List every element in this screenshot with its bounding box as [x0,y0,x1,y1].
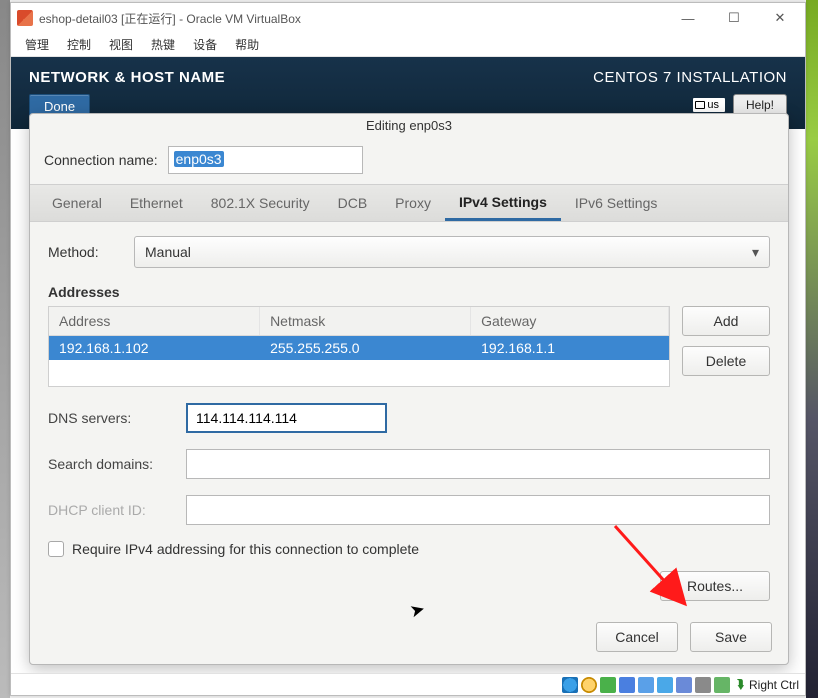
addresses-title: Addresses [48,284,770,300]
statusbar-camera-icon[interactable] [714,677,730,693]
anaconda-installer: NETWORK & HOST NAME Done CENTOS 7 INSTAL… [11,57,805,673]
spoke-title: NETWORK & HOST NAME [29,69,593,86]
col-address: Address [49,307,260,335]
cancel-button[interactable]: Cancel [596,622,678,652]
virtualbox-menubar: 管理 控制 视图 热键 设备 帮助 [11,33,805,57]
tab-8021x[interactable]: 802.1X Security [197,187,324,219]
chevron-down-icon: ▾ [752,244,759,261]
tab-dcb[interactable]: DCB [324,187,382,219]
hostkey-label: Right Ctrl [749,678,799,692]
connection-name-label: Connection name: [44,152,158,168]
keyboard-indicator[interactable]: us [693,98,725,112]
tab-general[interactable]: General [38,187,116,219]
dialog-title: Editing enp0s3 [30,114,788,138]
addresses-header: Address Netmask Gateway [49,307,669,336]
cell-gateway: 192.168.1.1 [471,336,669,360]
desktop-left-edge [0,0,10,698]
virtualbox-window: eshop-detail03 [正在运行] - Oracle VM Virtua… [10,2,806,696]
method-label: Method: [48,244,120,260]
tab-ipv4[interactable]: IPv4 Settings [445,186,561,221]
routes-button[interactable]: Routes... [660,571,770,601]
search-domains-label: Search domains: [48,456,176,472]
window-maximize-button[interactable]: ☐ [711,3,757,33]
dhcp-client-id-label: DHCP client ID: [48,502,176,518]
menu-help[interactable]: 帮助 [229,34,265,55]
virtualbox-icon [17,10,33,26]
dhcp-client-id-input[interactable] [186,495,770,525]
installation-title: CENTOS 7 INSTALLATION [593,69,787,86]
dns-servers-input[interactable] [186,403,387,433]
menu-hotkeys[interactable]: 热键 [145,34,181,55]
method-value: Manual [145,244,191,260]
addresses-table[interactable]: Address Netmask Gateway 192.168.1.102 25… [48,306,670,387]
statusbar-harddisk-icon[interactable] [562,677,578,693]
menu-view[interactable]: 视图 [103,34,139,55]
cell-netmask: 255.255.255.0 [260,336,471,360]
statusbar-network-icon[interactable] [619,677,635,693]
address-row[interactable]: 192.168.1.102 255.255.255.0 192.168.1.1 [49,336,669,360]
col-gateway: Gateway [471,307,669,335]
window-minimize-button[interactable]: — [665,3,711,33]
method-select[interactable]: Manual ▾ [134,236,770,268]
search-domains-input[interactable] [186,449,770,479]
require-ipv4-checkbox[interactable] [48,541,64,557]
add-button[interactable]: Add [682,306,770,336]
connection-editor-dialog: Editing enp0s3 Connection name: enp0s3 G… [29,113,789,665]
ipv4-pane: Method: Manual ▾ Addresses Address Netma… [30,222,788,611]
statusbar-usb-icon[interactable] [638,677,654,693]
delete-button[interactable]: Delete [682,346,770,376]
statusbar-shared-icon[interactable] [657,677,673,693]
tab-ethernet[interactable]: Ethernet [116,187,197,219]
statusbar-audio-icon[interactable] [600,677,616,693]
virtualbox-titlebar[interactable]: eshop-detail03 [正在运行] - Oracle VM Virtua… [11,3,805,33]
address-empty-row[interactable] [49,360,669,386]
statusbar-record-icon[interactable] [695,677,711,693]
virtualbox-window-title: eshop-detail03 [正在运行] - Oracle VM Virtua… [39,10,665,27]
menu-devices[interactable]: 设备 [187,34,223,55]
save-button[interactable]: Save [690,622,772,652]
statusbar-display-icon[interactable] [676,677,692,693]
dialog-tabs: General Ethernet 802.1X Security DCB Pro… [30,184,788,222]
require-ipv4-label: Require IPv4 addressing for this connect… [72,541,419,557]
window-close-button[interactable]: ✕ [757,3,803,33]
tab-ipv6[interactable]: IPv6 Settings [561,187,672,219]
hostkey-arrow-icon: ⮯ [737,677,744,692]
virtualbox-statusbar: ⮯ Right Ctrl [11,673,805,695]
menu-manage[interactable]: 管理 [19,34,55,55]
statusbar-optical-icon[interactable] [581,677,597,693]
dns-servers-label: DNS servers: [48,410,176,426]
col-netmask: Netmask [260,307,471,335]
desktop-right-edge [806,0,818,698]
tab-proxy[interactable]: Proxy [381,187,445,219]
menu-control[interactable]: 控制 [61,34,97,55]
connection-name-input[interactable] [168,146,363,174]
cell-address: 192.168.1.102 [49,336,260,360]
